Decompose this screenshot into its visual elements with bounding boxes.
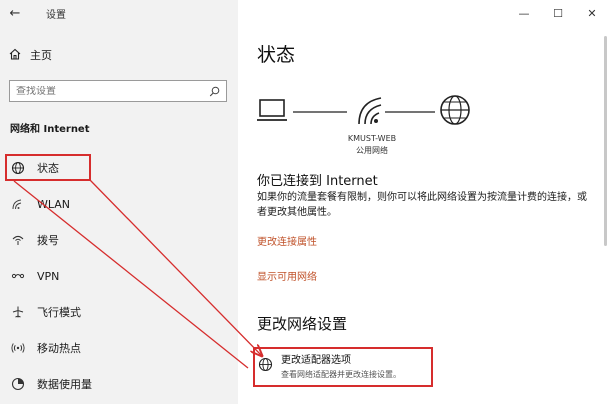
home-label: 主页 <box>30 49 52 62</box>
home-icon <box>8 46 22 65</box>
sidebar-item-label: 飞行模式 <box>37 306 81 319</box>
hotspot-icon <box>10 340 26 356</box>
show-available-networks-link[interactable]: 显示可用网络 <box>257 268 317 283</box>
back-button[interactable]: ← <box>0 0 30 26</box>
scrollbar[interactable] <box>604 36 607 246</box>
section-title: 网络和 Internet <box>10 124 90 135</box>
navigation-pane: ← 设置 主页 网络和 Internet 状态 WLAN <box>0 0 238 404</box>
sidebar-item-label: VPN <box>37 269 60 283</box>
sidebar-item-label: 数据使用量 <box>37 378 92 391</box>
maximize-icon: ☐ <box>553 6 563 20</box>
sidebar-item-data-usage[interactable]: 数据使用量 <box>0 366 238 402</box>
airplane-icon <box>10 304 26 320</box>
nav-list: 状态 WLAN 拨号 VPN 飞行模式 移动热点 数据使用量 <box>0 150 238 402</box>
status-highlight-box <box>5 154 91 181</box>
wifi-icon <box>10 196 26 212</box>
vpn-icon <box>10 268 26 284</box>
window-controls: — ☐ ✕ <box>507 0 609 26</box>
connected-heading: 你已连接到 Internet <box>257 174 378 189</box>
dialup-icon <box>10 232 26 248</box>
wifi-signal-icon <box>358 97 382 125</box>
data-usage-icon <box>10 376 26 392</box>
page-title: 状态 <box>257 44 296 66</box>
sidebar-item-hotspot[interactable]: 移动热点 <box>0 330 238 366</box>
sidebar-item-wlan[interactable]: WLAN <box>0 186 238 222</box>
globe-icon <box>440 95 470 125</box>
network-diagram: KMUST-WEB 公用网络 <box>257 92 487 160</box>
close-button[interactable]: ✕ <box>575 0 609 26</box>
network-diagram-svg <box>257 95 470 125</box>
titlebar-left: ← 设置 <box>0 0 238 26</box>
network-type: 公用网络 <box>356 146 388 155</box>
close-icon: ✕ <box>587 6 597 20</box>
sidebar-item-dialup[interactable]: 拨号 <box>0 222 238 258</box>
sidebar-item-airplane[interactable]: 飞行模式 <box>0 294 238 330</box>
main-content: — ☐ ✕ 状态 KMUST-WEB 公用网络 你已连接到 Internet 如… <box>238 0 609 404</box>
change-connection-properties-link[interactable]: 更改连接属性 <box>257 233 317 248</box>
home-nav-item[interactable]: 主页 <box>8 44 52 66</box>
search-input[interactable] <box>16 85 208 97</box>
sidebar-item-label: 拨号 <box>37 234 59 247</box>
connected-description: 如果你的流量套餐有限制，则你可以将此网络设置为按流量计费的连接，或者更改其他属性… <box>257 192 587 218</box>
laptop-icon <box>257 99 287 121</box>
minimize-icon: — <box>518 6 530 20</box>
search-box[interactable] <box>9 80 227 102</box>
sidebar-item-vpn[interactable]: VPN <box>0 258 238 294</box>
change-network-settings-title: 更改网络设置 <box>257 315 348 333</box>
adapter-highlight-box <box>253 347 433 387</box>
search-icon[interactable] <box>208 85 220 97</box>
window-title: 设置 <box>46 9 66 21</box>
minimize-button[interactable]: — <box>507 0 541 26</box>
sidebar-item-label: 移动热点 <box>37 342 81 355</box>
sidebar-item-label: WLAN <box>37 197 71 211</box>
back-arrow-icon: ← <box>9 5 21 21</box>
maximize-button[interactable]: ☐ <box>541 0 575 26</box>
network-name: KMUST-WEB <box>347 134 397 143</box>
